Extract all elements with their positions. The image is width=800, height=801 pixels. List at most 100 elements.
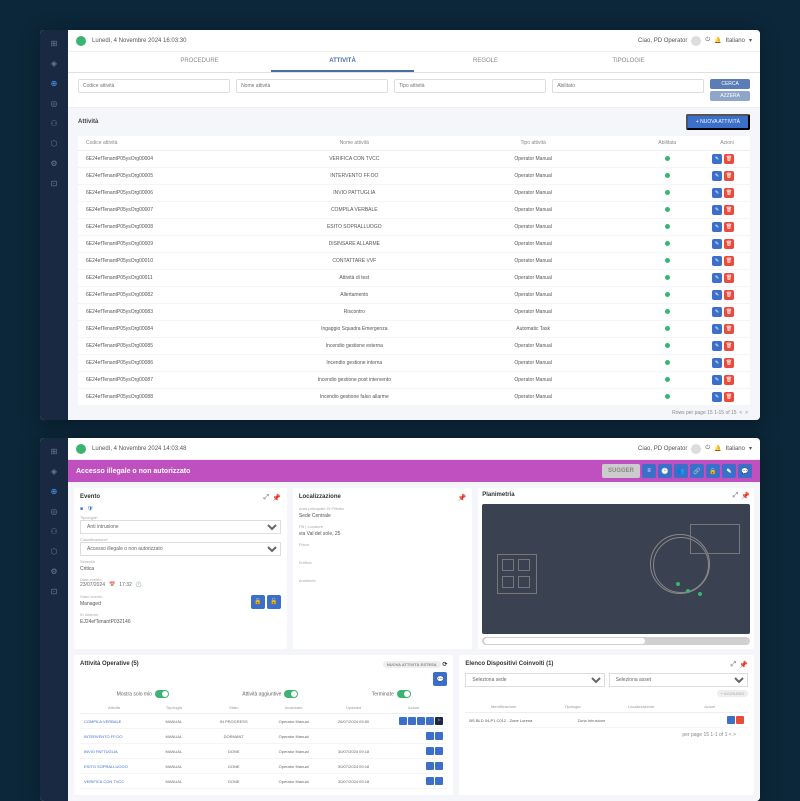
sidebar-item-icon[interactable]: ⊡ — [49, 178, 59, 188]
toggle-mine[interactable] — [155, 690, 169, 698]
user-area[interactable]: Ciao, PD Operator ⏻ 🔔 Italiano ▾ — [638, 444, 752, 454]
table-row[interactable]: 6E24efTenantP05ysOrg00004VERIFICA CON TV… — [78, 151, 750, 168]
tab-procedure[interactable]: PROCEDURE — [128, 52, 271, 72]
table-row[interactable]: 6E24efTenantP05ysOrg00006INVIO PATTUGLIA… — [78, 185, 750, 202]
sidebar-item-icon[interactable]: ⬡ — [49, 138, 59, 148]
delete-button[interactable]: 🗑 — [724, 392, 734, 402]
delete-button[interactable]: 🗑 — [724, 205, 734, 215]
calendar-icon[interactable]: 📅 — [109, 582, 115, 588]
edit-button[interactable]: ✎ — [712, 375, 722, 385]
filter-code-input[interactable] — [78, 79, 230, 93]
pagination[interactable]: Rows per page 15 1-15 of 15 < > — [68, 406, 760, 420]
action-button[interactable]: ✎ — [722, 464, 736, 478]
action-button[interactable] — [435, 747, 443, 755]
sidebar-home-icon[interactable]: ⊞ — [49, 38, 59, 48]
table-row[interactable]: 6E24efTenantP05ysOrg00011Attività di tes… — [78, 270, 750, 287]
table-row[interactable]: 6E24efTenantP05ysOrg00008ESITO SOPRALLUO… — [78, 219, 750, 236]
ops-row[interactable]: VERIFICA CON TVCCMANUALDONEOperator Manu… — [80, 774, 447, 789]
action-button[interactable] — [408, 717, 416, 725]
avatar[interactable] — [691, 444, 701, 454]
pin-icon[interactable]: 📌 — [458, 494, 467, 502]
device-pagination[interactable]: per page 15 1-1 of 1 < > — [465, 728, 748, 742]
action-button[interactable] — [435, 762, 443, 770]
filter-name-input[interactable] — [236, 79, 388, 93]
avatar[interactable] — [691, 36, 701, 46]
lock-button[interactable]: 🔒 — [251, 595, 265, 609]
class-select[interactable]: Accesso illegale o non autorizzato — [80, 542, 281, 556]
filter-status-select[interactable] — [552, 79, 704, 93]
sidebar-settings-icon[interactable]: ⚙ — [49, 158, 59, 168]
edit-button[interactable]: ✎ — [712, 256, 722, 266]
delete-button[interactable]: 🗑 — [724, 256, 734, 266]
add-device-button[interactable]: + AGGIUNGI — [717, 690, 748, 697]
edit-button[interactable]: ✎ — [712, 307, 722, 317]
delete-button[interactable]: 🗑 — [724, 222, 734, 232]
table-row[interactable]: 6E24efTenantP05ysOrg00083RiscontroOperat… — [78, 304, 750, 321]
action-button[interactable]: 💬 — [738, 464, 752, 478]
th-code[interactable]: Codice attività — [86, 140, 265, 146]
table-row[interactable]: 6E24efTenantP05ysOrg00005INTERVENTO FF.O… — [78, 168, 750, 185]
th-status[interactable]: Abilitata — [623, 140, 712, 146]
sidebar-users-icon[interactable]: ⚇ — [49, 526, 59, 536]
edit-button[interactable]: ✎ — [712, 341, 722, 351]
suggest-button[interactable]: SUGGER — [602, 464, 640, 478]
th-name[interactable]: Nome attività — [265, 140, 444, 146]
pin-icon[interactable]: 📌 — [272, 494, 281, 502]
pin-icon[interactable]: 📌 — [741, 492, 750, 500]
ops-row[interactable]: INTERVENTO FF.OOMANUALDORMANTOperator Ma… — [80, 729, 447, 744]
table-row[interactable]: 6E24efTenantP05ysOrg00007COMPILA VERBALE… — [78, 202, 750, 219]
delete-button[interactable]: 🗑 — [724, 239, 734, 249]
chevron-down-icon[interactable]: ▾ — [749, 37, 752, 44]
delete-button[interactable]: 🗑 — [724, 324, 734, 334]
toggle-terminated[interactable] — [397, 690, 411, 698]
asset-select[interactable]: Seleziona asset — [609, 673, 748, 687]
delete-button[interactable]: 🗑 — [724, 171, 734, 181]
delete-button[interactable]: 🗑 — [724, 290, 734, 300]
pin-icon[interactable]: 📌 — [739, 661, 748, 669]
edit-button[interactable]: ✎ — [712, 358, 722, 368]
delete-button[interactable]: 🗑 — [724, 341, 734, 351]
expand-icon[interactable]: ⤢ — [264, 494, 270, 502]
table-row[interactable]: 6E24efTenantP05ysOrg00010CONTATTARE VVFO… — [78, 253, 750, 270]
lang-select[interactable]: Italiano — [726, 446, 745, 452]
table-row[interactable]: 6E24efTenantP05ysOrg00082AllertamentoOpe… — [78, 287, 750, 304]
delete-button[interactable]: 🗑 — [724, 188, 734, 198]
bell-icon[interactable]: 🔔 — [714, 445, 721, 452]
table-row[interactable]: 6E24efTenantP05ysOrg00087Incendio gestio… — [78, 372, 750, 389]
delete-button[interactable] — [736, 716, 744, 724]
sidebar-item-icon[interactable]: ◎ — [49, 98, 59, 108]
action-button[interactable]: 🔒 — [706, 464, 720, 478]
sidebar-settings-icon[interactable]: ⚙ — [49, 566, 59, 576]
clock-icon[interactable]: 🕐 — [136, 582, 142, 588]
action-button[interactable] — [399, 717, 407, 725]
action-button[interactable] — [426, 777, 434, 785]
action-button[interactable]: 👥 — [674, 464, 688, 478]
new-activity-ext-button[interactable]: NUOVA ATTIVITÀ ESTESA — [383, 661, 441, 668]
new-activity-button[interactable]: + NUOVA ATTIVITÀ — [686, 114, 750, 130]
delete-button[interactable]: 🗑 — [724, 358, 734, 368]
edit-button[interactable]: ✎ — [712, 171, 722, 181]
bell-icon[interactable]: 🔔 — [714, 37, 721, 44]
sidebar-item-icon[interactable]: ◈ — [49, 466, 59, 476]
action-button[interactable] — [435, 732, 443, 740]
sidebar-users-icon[interactable]: ⚇ — [49, 118, 59, 128]
edit-button[interactable]: ✎ — [712, 154, 722, 164]
action-button[interactable]: 🕑 — [658, 464, 672, 478]
sidebar-item-icon[interactable]: ◈ — [49, 58, 59, 68]
power-icon[interactable]: ⏻ — [705, 37, 710, 44]
tab-regole[interactable]: REGOLE — [414, 52, 557, 72]
edit-button[interactable]: ✎ — [712, 290, 722, 300]
sidebar-item-active-icon[interactable]: ⊕ — [49, 78, 59, 88]
table-row[interactable]: 6E24efTenantP05ysOrg00085Incendio gestio… — [78, 338, 750, 355]
table-row[interactable]: 6E24efTenantP05ysOrg00084Ingaggio Squadr… — [78, 321, 750, 338]
reset-button[interactable]: AZZERA — [710, 91, 750, 101]
delete-button[interactable]: 🗑 — [724, 273, 734, 283]
unlock-button[interactable]: 🔓 — [267, 595, 281, 609]
action-button[interactable] — [426, 747, 434, 755]
delete-button[interactable]: 🗑 — [724, 375, 734, 385]
view-button[interactable] — [727, 716, 735, 724]
edit-button[interactable]: ✎ — [712, 273, 722, 283]
action-button[interactable] — [435, 777, 443, 785]
sidebar-item-icon[interactable]: ⊡ — [49, 586, 59, 596]
refresh-icon[interactable]: ⟳ — [442, 662, 447, 668]
